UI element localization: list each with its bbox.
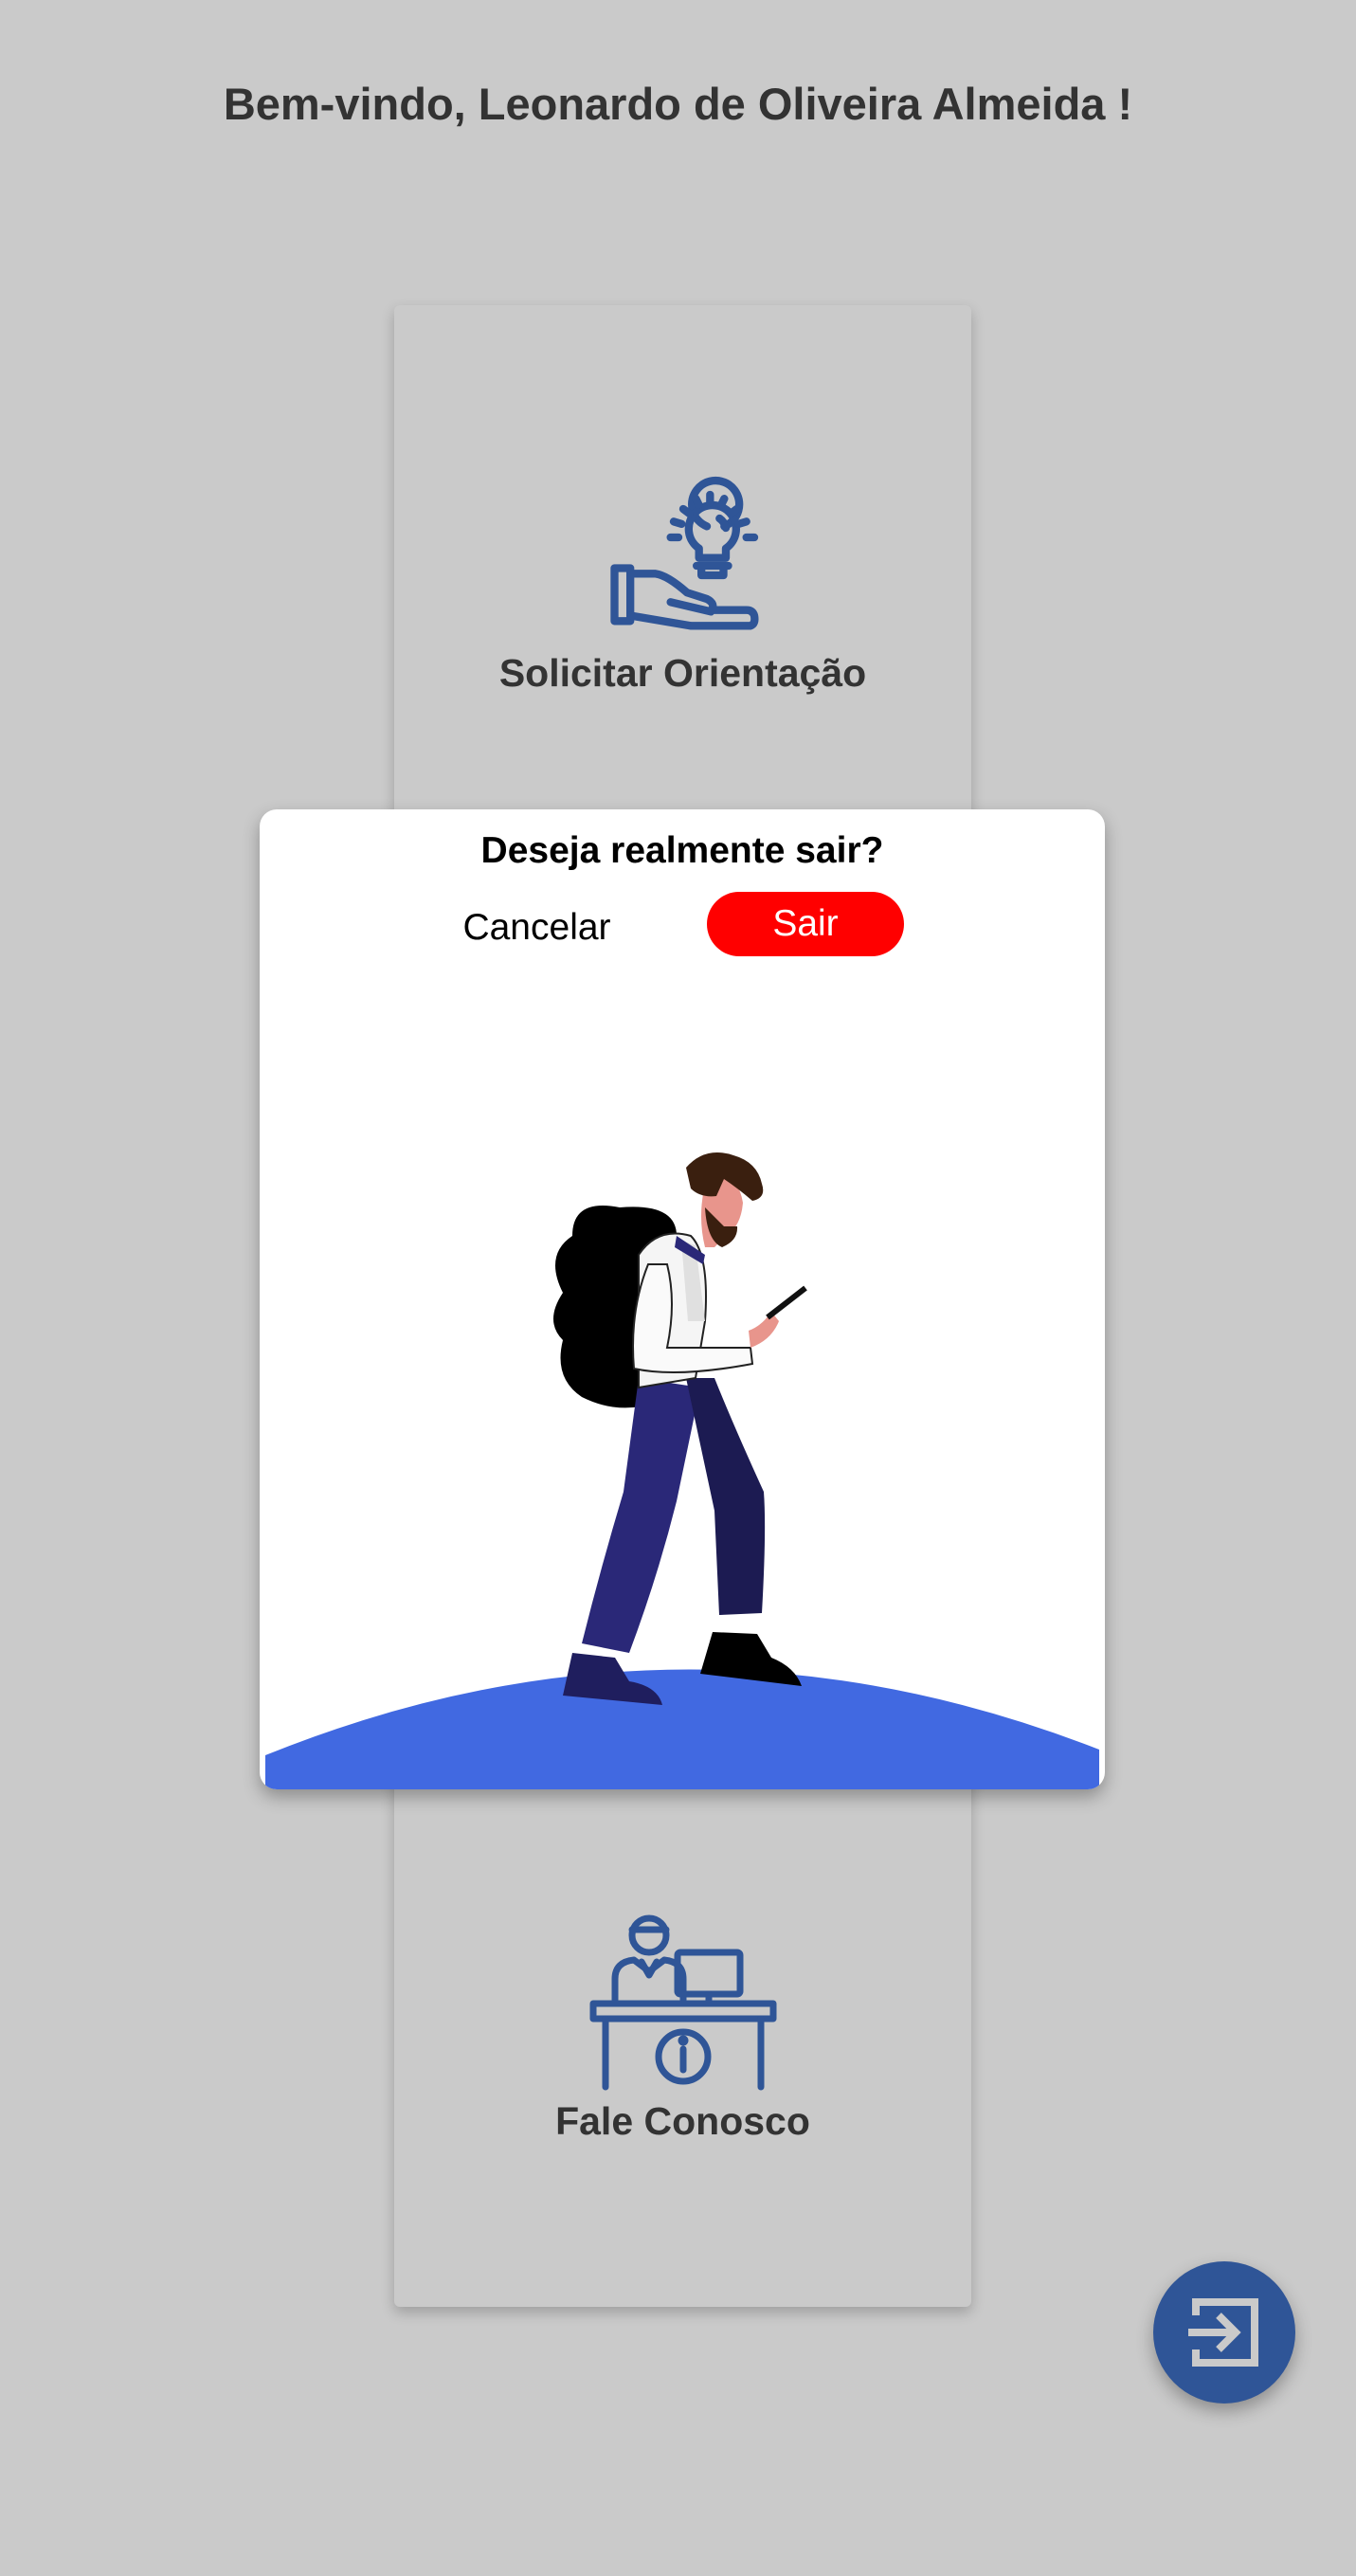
hiker-illustration: [265, 1152, 1099, 1789]
dialog-overlay: Deseja realmente sair? Cancelar Sair: [0, 0, 1356, 2576]
dialog-title: Deseja realmente sair?: [480, 830, 884, 871]
logout-fab[interactable]: [1153, 2261, 1295, 2404]
cancel-button[interactable]: Cancelar: [459, 895, 615, 961]
ground-arc: [265, 1669, 1099, 1789]
logout-dialog: Deseja realmente sair? Cancelar Sair: [260, 809, 1105, 1789]
confirm-logout-button[interactable]: Sair: [707, 892, 904, 956]
logout-icon: [1188, 2298, 1258, 2367]
